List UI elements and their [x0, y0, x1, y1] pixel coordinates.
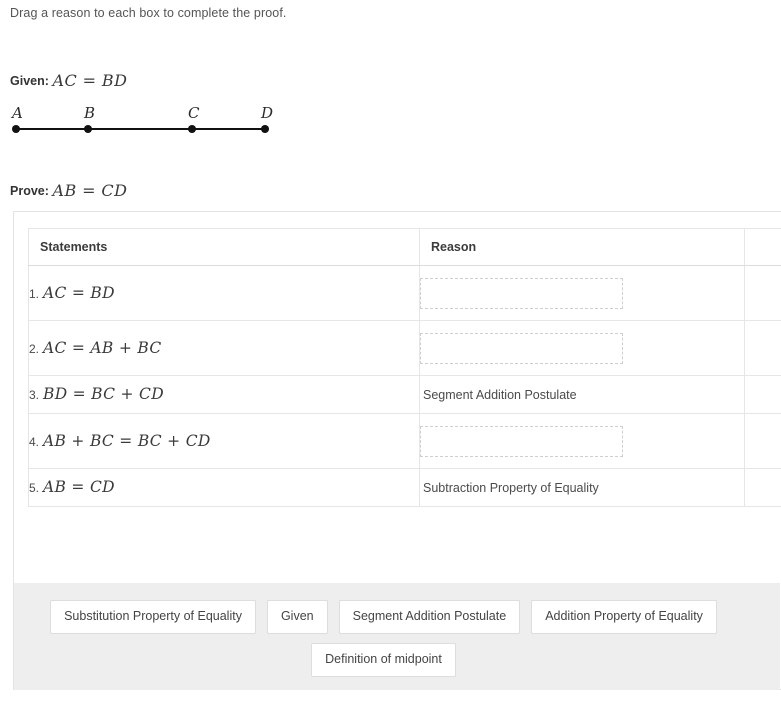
point-dot-a [12, 125, 20, 133]
table-row: 3. BD = BC + CD Segment Addition Postulat… [28, 375, 781, 414]
number-line-figure: A B C D [0, 104, 300, 138]
statement-cell-3: 3. BD = BC + CD [28, 375, 420, 414]
statement-text-5: AB = CD [43, 478, 115, 496]
point-label-b: B [84, 104, 96, 122]
header-overflow [744, 228, 781, 266]
statement-text-3: BD = BC + CD [43, 385, 164, 403]
point-dot-c [188, 125, 196, 133]
reason-value-3: Segment Addition Postulate [423, 387, 577, 402]
statement-number-4: 4. [29, 434, 40, 449]
prove-line: Prove: AB = CD [10, 181, 127, 200]
overflow-cell-4 [744, 413, 781, 469]
answer-tray: Substitution Property of Equality Given … [14, 572, 780, 690]
point-label-d: D [261, 104, 274, 122]
reason-dropzone-4[interactable] [420, 425, 623, 457]
answer-tile-substitution-property-of-equality[interactable]: Substitution Property of Equality [50, 600, 256, 634]
table-row: 1. AC = BD [28, 265, 781, 321]
point-label-a: A [12, 104, 23, 122]
point-dot-b [84, 125, 92, 133]
tray-row-1: Substitution Property of Equality Given … [14, 600, 753, 634]
statement-text-4: AB + BC = BC + CD [43, 431, 211, 450]
overflow-cell-2 [744, 320, 781, 376]
overflow-cell-3 [744, 375, 781, 414]
proof-table: Statements Reason 1. AC = BD 2. AC = AB … [28, 228, 781, 507]
statement-cell-2: 2. AC = AB + BC [28, 320, 420, 376]
statement-number-2: 2. [29, 341, 40, 356]
instruction-text: Drag a reason to each box to complete th… [10, 6, 287, 20]
proof-panel: Statements Reason 1. AC = BD 2. AC = AB … [13, 211, 781, 690]
reason-cell-2[interactable] [419, 320, 745, 376]
given-expression: AC = BD [52, 71, 128, 90]
statement-cell-1: 1. AC = BD [28, 265, 420, 321]
reason-dropzone-2[interactable] [420, 332, 623, 364]
table-row: 4. AB + BC = BC + CD [28, 413, 781, 469]
prove-expression: AB = CD [52, 181, 128, 200]
tray-row-2: Definition of midpoint [14, 643, 753, 677]
table-row: 5. AB = CD Subtraction Property of Equali… [28, 468, 781, 507]
answer-tile-addition-property-of-equality[interactable]: Addition Property of Equality [531, 600, 717, 634]
statement-number-3: 3. [29, 388, 40, 402]
prove-label: Prove: [10, 184, 49, 198]
overflow-cell-1 [744, 265, 781, 321]
reason-value-5: Subtraction Property of Equality [423, 480, 599, 495]
statement-text-1: AC = BD [43, 283, 115, 302]
overflow-cell-5 [744, 468, 781, 507]
header-reason-label: Reason [431, 240, 477, 254]
reason-cell-3[interactable]: Segment Addition Postulate [419, 375, 745, 414]
table-header-row: Statements Reason [28, 228, 781, 266]
statement-number-1: 1. [29, 286, 40, 301]
reason-cell-5[interactable]: Subtraction Property of Equality [419, 468, 745, 507]
given-line: Given: AC = BD [10, 71, 127, 90]
reason-dropzone-1[interactable] [420, 277, 623, 309]
header-statements: Statements [28, 228, 420, 266]
tray-rows: Substitution Property of Equality Given … [14, 600, 753, 686]
point-dot-d [261, 125, 269, 133]
answer-tile-segment-addition-postulate[interactable]: Segment Addition Postulate [338, 600, 521, 634]
table-row: 2. AC = AB + BC [28, 320, 781, 376]
reason-cell-4[interactable] [419, 413, 745, 469]
statement-cell-5: 5. AB = CD [28, 468, 420, 507]
header-statements-label: Statements [40, 240, 108, 254]
answer-tile-given[interactable]: Given [266, 600, 328, 634]
answer-tile-definition-of-midpoint[interactable]: Definition of midpoint [311, 643, 456, 677]
statement-number-5: 5. [29, 481, 40, 495]
reason-cell-1[interactable] [419, 265, 745, 321]
statement-cell-4: 4. AB + BC = BC + CD [28, 413, 420, 469]
tray-notch-triangle [381, 572, 409, 583]
header-reason: Reason [419, 228, 745, 266]
segment-line [16, 128, 265, 130]
statement-text-2: AC = AB + BC [43, 338, 162, 357]
given-label: Given: [10, 74, 49, 88]
point-label-c: C [188, 104, 200, 122]
